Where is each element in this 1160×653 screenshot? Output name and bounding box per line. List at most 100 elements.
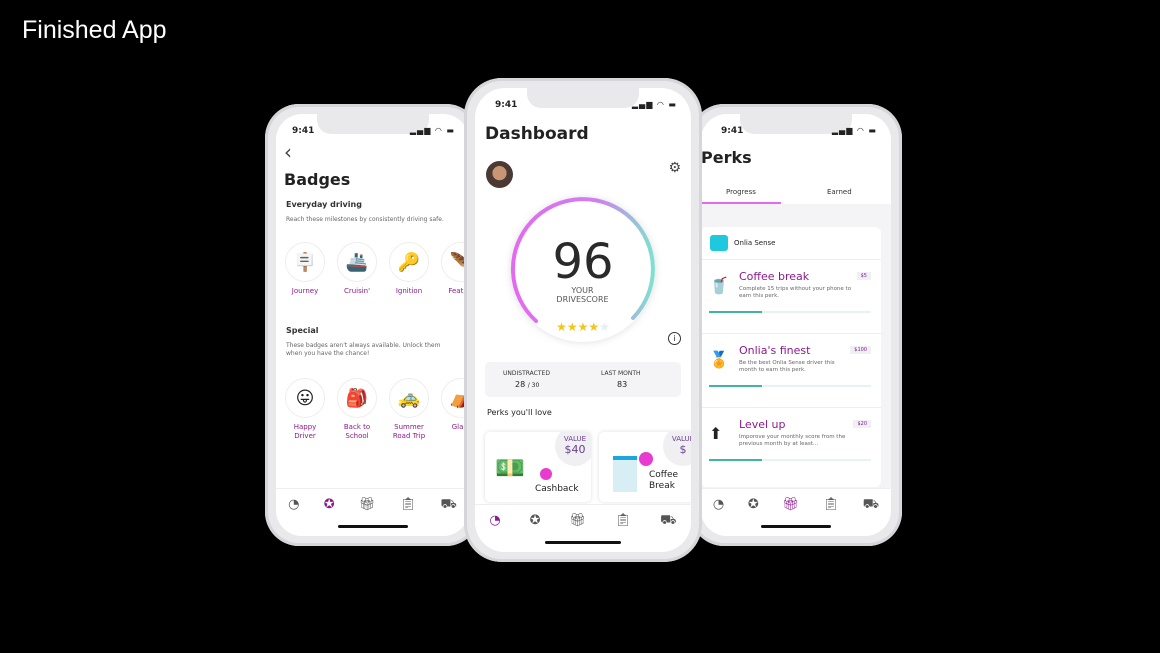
back-button[interactable]: ‹ — [284, 140, 292, 164]
perks-card: Onlia Sense 🥤 Coffee break Complete 15 tri… — [701, 227, 881, 487]
value-amount: $40 — [564, 443, 586, 456]
dashboard-icon[interactable]: ◔ — [288, 497, 299, 536]
perk-value: $100 — [850, 346, 871, 354]
status-time: 9:41 — [721, 126, 744, 136]
gift-icon[interactable]: 🎁︎ — [782, 497, 799, 536]
info-icon[interactable]: i — [668, 332, 681, 345]
tab-bar: ◔ ✪ 🎁︎ 📋︎ ⛟ — [276, 488, 469, 536]
cash-icon: 💵 — [495, 454, 525, 482]
badge-label: Ignition — [395, 287, 423, 295]
tab-bar: ◔ ✪ 🎁︎ 📋︎ ⛟ — [701, 488, 891, 536]
badge-item[interactable]: 🚢 Cruisin' — [336, 242, 378, 296]
perk-icon: 🥤 — [709, 276, 729, 295]
perk-desc: Complete 15 trips without your phone to … — [739, 286, 852, 299]
value-bubble: VALUE $40 — [555, 432, 591, 466]
perk-icon: ⬆ — [709, 424, 723, 443]
status-time: 9:41 — [292, 126, 315, 136]
status-icons: ▂▄▆ ◠ ▬ — [409, 126, 455, 135]
badge-item[interactable]: 🎒 Back to School — [336, 378, 378, 441]
value-label: VALUE — [563, 435, 587, 443]
dashboard-icon[interactable]: ◔ — [489, 513, 500, 552]
clipboard-icon[interactable]: 📋︎ — [823, 497, 840, 536]
perk-icon: 🏅 — [709, 350, 729, 369]
perk-name: Cashback — [535, 484, 579, 494]
perk-desc: Be the best Onlia Sense driver this mont… — [739, 360, 835, 373]
car-icon[interactable]: ⛟ — [440, 497, 456, 536]
clipboard-icon[interactable]: 📋︎ — [615, 513, 632, 552]
perk-name: Coffee Break — [649, 470, 679, 491]
status-time: 9:41 — [495, 100, 518, 110]
value-amount: $ — [679, 443, 687, 456]
badge-label: Happy Driver — [293, 423, 317, 440]
dashboard-icon[interactable]: ◔ — [713, 497, 724, 536]
badge-item[interactable]: 🔑 Ignition — [388, 242, 430, 296]
badge-item[interactable]: 🪧 Journey — [284, 242, 326, 296]
perk-value: $5 — [856, 272, 871, 280]
value-label: VALUE — [671, 435, 691, 443]
dashboard-phone: 9:41 ▂▄▆ ◠ ▬ Dashboard ⚙ 96 YOUR DRIVESC… — [464, 78, 702, 562]
value-bubble: VALUE$ — [663, 432, 691, 466]
badge-item[interactable]: 😛 Happy Driver — [284, 378, 326, 441]
badge-icon: 🔑 — [389, 242, 429, 282]
badge-label: Summer Road Trip — [392, 423, 426, 440]
stat-value: 28 / 30 — [515, 380, 540, 389]
badge-item[interactable]: 🚕 Summer Road Trip — [388, 378, 430, 441]
heading: Finished App — [22, 16, 167, 44]
badge-label: Journey — [291, 287, 319, 295]
perk-progress — [709, 311, 871, 313]
perk-item[interactable]: 🏅 Onlia's finest Be the best Onlia Sense d… — [701, 333, 881, 405]
status-icons: ▂▄▆ ◠ ▬ — [631, 100, 677, 109]
car-icon[interactable]: ⛟ — [863, 497, 879, 536]
perk-progress — [709, 385, 871, 387]
section-desc: These badges aren't always available. Un… — [286, 342, 441, 357]
tab-earned[interactable]: Earned — [827, 188, 852, 196]
perk-progress — [709, 459, 871, 461]
badge-icon: 🪧 — [285, 242, 325, 282]
star-rating: ★★★★★ — [556, 320, 610, 334]
page-title: Dashboard — [485, 124, 589, 144]
gear-icon[interactable]: ⚙ — [668, 160, 681, 176]
perk-value: $20 — [853, 420, 871, 428]
perk-card-cashback[interactable]: VALUE $40 💵 Cashback — [485, 432, 591, 502]
stat-label: LAST MONTH — [601, 370, 641, 377]
avatar[interactable] — [486, 161, 513, 188]
drivescore-value: 96 — [552, 234, 614, 290]
badge-label: Back to School — [343, 423, 371, 440]
section-desc: Reach these milestones by consistently d… — [286, 216, 444, 223]
badge-icon[interactable]: ✪ — [324, 497, 335, 536]
gift-icon[interactable]: 🎁︎ — [569, 513, 586, 552]
tab-progress[interactable]: Progress — [726, 188, 756, 196]
badge-icon: 🚕 — [389, 378, 429, 418]
tab-bar: ◔ ✪ 🎁︎ 📋︎ ⛟ — [475, 504, 691, 552]
perk-card-coffee[interactable]: VALUE$ Coffee Break — [599, 432, 691, 502]
badges-phone: 9:41 ▂▄▆ ◠ ▬ ‹ Badges Everyday driving R… — [265, 104, 480, 546]
gift-icon[interactable]: 🎁︎ — [359, 497, 376, 536]
page-title: Badges — [284, 170, 351, 189]
perk-item[interactable]: ⬆ Level up Imporove your monthly score fro… — [701, 407, 881, 479]
badge-icon[interactable]: ✪ — [530, 513, 541, 552]
page-title: Perks — [701, 148, 752, 167]
stat-label: UNDISTRACTED — [503, 370, 550, 377]
coffee-cup-icon — [613, 456, 637, 492]
onlia-logo-icon — [710, 235, 728, 251]
drivescore-label: YOUR DRIVESCORE — [556, 286, 609, 304]
perk-item[interactable]: 🥤 Coffee break Complete 15 trips without y… — [701, 259, 881, 331]
clipboard-icon[interactable]: 📋︎ — [400, 497, 417, 536]
badge-icon: 🎒 — [337, 378, 377, 418]
car-icon[interactable]: ⛟ — [660, 513, 676, 552]
section-title: Special — [286, 326, 319, 335]
stat-value: 83 — [617, 380, 628, 389]
perk-desc: Imporove your monthly score from the pre… — [739, 434, 846, 447]
perk-title: Coffee break — [739, 270, 810, 283]
badge-label: Cruisin' — [343, 287, 371, 295]
status-icons: ▂▄▆ ◠ ▬ — [831, 126, 877, 135]
perk-title: Onlia's finest — [739, 344, 811, 357]
section-title: Everyday driving — [286, 200, 362, 209]
badge-icon[interactable]: ✪ — [748, 497, 759, 536]
perks-phone: 9:41 ▂▄▆ ◠ ▬ Perks Progress Earned Onlia… — [690, 104, 902, 546]
perk-title: Level up — [739, 418, 786, 431]
badge-icon: 😛 — [285, 378, 325, 418]
stats-panel: UNDISTRACTED 28 / 30 LAST MONTH 83 — [485, 362, 681, 397]
perks-heading: Perks you'll love — [487, 408, 552, 417]
badge-icon: 🚢 — [337, 242, 377, 282]
